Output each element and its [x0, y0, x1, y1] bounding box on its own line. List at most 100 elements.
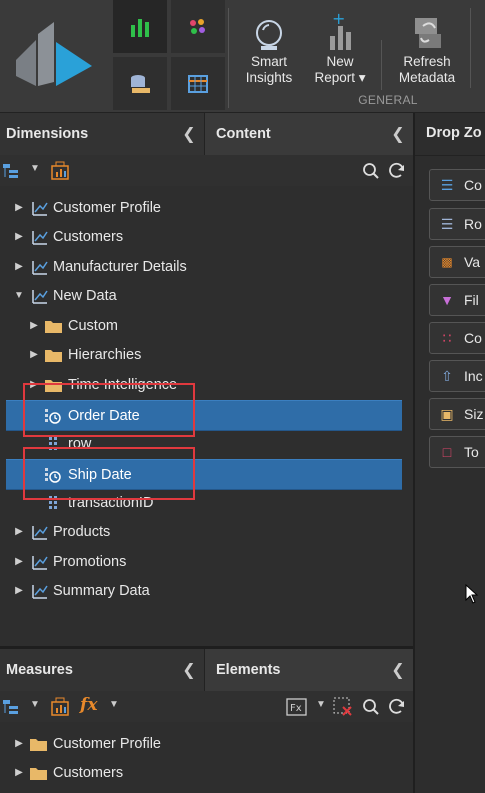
expand-arrow-icon[interactable]: ▶	[14, 767, 24, 778]
measures-tree: ▶ Customer Profile ▶ Customers	[0, 728, 413, 792]
function-icon[interactable]: fx	[80, 695, 97, 715]
tab-dimensions[interactable]: Dimensions ❮	[0, 113, 204, 155]
crystal-ball-icon	[256, 20, 282, 50]
folder-icon	[29, 764, 47, 782]
hierarchy-view-icon[interactable]	[2, 162, 20, 180]
formula-box-icon[interactable]: Fx	[286, 697, 308, 717]
folder-icon	[29, 735, 47, 753]
ribbon-separator	[228, 8, 229, 108]
tile-discover[interactable]	[171, 0, 225, 53]
tree-item-products[interactable]: ▶ Products	[0, 517, 413, 546]
expand-arrow-icon[interactable]: ▶	[29, 320, 39, 331]
dropdown-arrow-icon[interactable]: ▼	[30, 699, 40, 710]
tab-content-label: Content	[216, 126, 271, 142]
drop-zone-rows[interactable]: ☰ Ro	[429, 208, 485, 240]
tree-item-custom[interactable]: ▶ Custom	[0, 311, 413, 340]
tree-item-label: Products	[53, 523, 111, 540]
expand-arrow-icon[interactable]: ▶	[14, 526, 24, 537]
tree-item-promotions[interactable]: ▶ Promotions	[0, 547, 413, 576]
app-logo	[8, 20, 98, 90]
tree-item-new-data[interactable]: ▼ New Data	[0, 281, 413, 310]
drop-zone-tooltip[interactable]: □ To	[429, 436, 485, 468]
refresh-icon[interactable]	[388, 162, 406, 180]
drop-zone-size[interactable]: ▣ Siz	[429, 398, 485, 430]
drop-zones-title: Drop Zo	[426, 125, 482, 141]
folder-icon	[44, 346, 62, 364]
tree-item-label: Hierarchies	[68, 346, 142, 363]
chart-folder-icon[interactable]	[50, 161, 70, 181]
dropdown-arrow-icon[interactable]: ▼	[30, 163, 40, 174]
chevron-left-icon[interactable]: ❮	[383, 660, 413, 680]
size-icon: ▣	[440, 405, 454, 422]
tree-item-customers[interactable]: ▶ Customers	[0, 758, 413, 787]
drop-zone-color[interactable]: ∷ Co	[429, 322, 485, 354]
dimension-icon	[31, 228, 49, 246]
search-icon[interactable]	[362, 698, 380, 716]
ribbon-separator-3	[470, 8, 471, 88]
expand-arrow-icon[interactable]: ▶	[14, 738, 24, 749]
dimension-icon	[31, 199, 49, 217]
chevron-left-icon[interactable]: ❮	[174, 660, 204, 680]
tab-measures[interactable]: Measures ❮	[0, 649, 204, 691]
new-report-label: New Report ▾	[314, 54, 366, 85]
tab-dimensions-label: Dimensions	[6, 126, 89, 142]
drop-zone-indicator[interactable]: ⇧ Inc	[429, 360, 485, 392]
expand-arrow-icon[interactable]: ▶	[14, 261, 24, 272]
drop-zone-label: Ro	[464, 216, 482, 232]
highlight-box-ship-date	[23, 447, 195, 500]
smart-insights-button[interactable]: Smart Insights	[236, 0, 302, 92]
new-report-button[interactable]: + New Report ▾	[306, 0, 374, 92]
chevron-left-icon[interactable]: ❮	[174, 124, 204, 144]
clear-box-icon[interactable]	[333, 697, 353, 717]
tooltip-icon: □	[442, 444, 452, 460]
tab-divider	[204, 113, 205, 155]
tab-elements[interactable]: Elements ❮	[205, 649, 413, 691]
columns-icon: ☰	[440, 176, 454, 193]
tab-measures-label: Measures	[6, 662, 73, 678]
hierarchy-view-icon[interactable]	[2, 698, 20, 716]
collapse-arrow-icon[interactable]: ▼	[14, 290, 24, 301]
pyramid-logo-icon	[16, 22, 92, 86]
tree-item-summary-data[interactable]: ▶ Summary Data	[0, 576, 413, 605]
dropdown-arrow-icon[interactable]: ▼	[109, 699, 119, 710]
tree-item-label: New Data	[53, 287, 117, 304]
refresh-metadata-icon	[415, 18, 441, 48]
drop-zone-label: Fil	[464, 292, 479, 308]
tree-item-label: Custom	[68, 317, 118, 334]
expand-arrow-icon[interactable]: ▶	[14, 202, 24, 213]
mouse-cursor-icon	[465, 584, 479, 604]
svg-text:+: +	[332, 12, 345, 28]
tile-model[interactable]	[113, 57, 167, 110]
tree-item-label: Customer Profile	[53, 199, 161, 216]
tree-item-manufacturer-details[interactable]: ▶ Manufacturer Details	[0, 252, 413, 281]
tree-item-hierarchies[interactable]: ▶ Hierarchies	[0, 340, 413, 369]
drop-zone-filters[interactable]: ▼ Fil	[429, 284, 485, 316]
refresh-icon[interactable]	[388, 698, 406, 716]
expand-arrow-icon[interactable]: ▶	[14, 231, 24, 242]
expand-arrow-icon[interactable]: ▶	[14, 556, 24, 567]
tree-item-customer-profile[interactable]: ▶ Customer Profile	[0, 193, 413, 222]
tree-item-label: Manufacturer Details	[53, 258, 187, 275]
dimension-icon	[31, 582, 49, 600]
tree-item-customer-profile[interactable]: ▶ Customer Profile	[0, 729, 413, 758]
tab-elements-label: Elements	[216, 662, 281, 678]
tab-content[interactable]: Content ❮	[205, 113, 413, 155]
tree-item-customers[interactable]: ▶ Customers	[0, 222, 413, 251]
drop-zone-columns[interactable]: ☰ Co	[429, 169, 485, 201]
dots-icon	[190, 18, 205, 34]
drop-zone-values[interactable]: ▩ Va	[429, 246, 485, 278]
bar-chart-icon	[131, 18, 149, 37]
search-icon[interactable]	[362, 162, 380, 180]
tile-grid[interactable]	[171, 57, 225, 110]
chevron-left-icon[interactable]: ❮	[383, 124, 413, 144]
expand-arrow-icon[interactable]: ▶	[29, 349, 39, 360]
refresh-metadata-button[interactable]: Refresh Metadata	[390, 0, 464, 92]
database-ruler-icon	[131, 74, 150, 93]
expand-arrow-icon[interactable]: ▶	[14, 585, 24, 596]
chart-folder-icon[interactable]	[50, 697, 70, 717]
values-icon: ▩	[441, 255, 453, 269]
tile-chart-view[interactable]	[113, 0, 167, 53]
dropdown-arrow-icon[interactable]: ▼	[316, 699, 326, 710]
refresh-metadata-label: Refresh Metadata	[398, 54, 456, 85]
color-dots-icon: ∷	[442, 329, 452, 346]
